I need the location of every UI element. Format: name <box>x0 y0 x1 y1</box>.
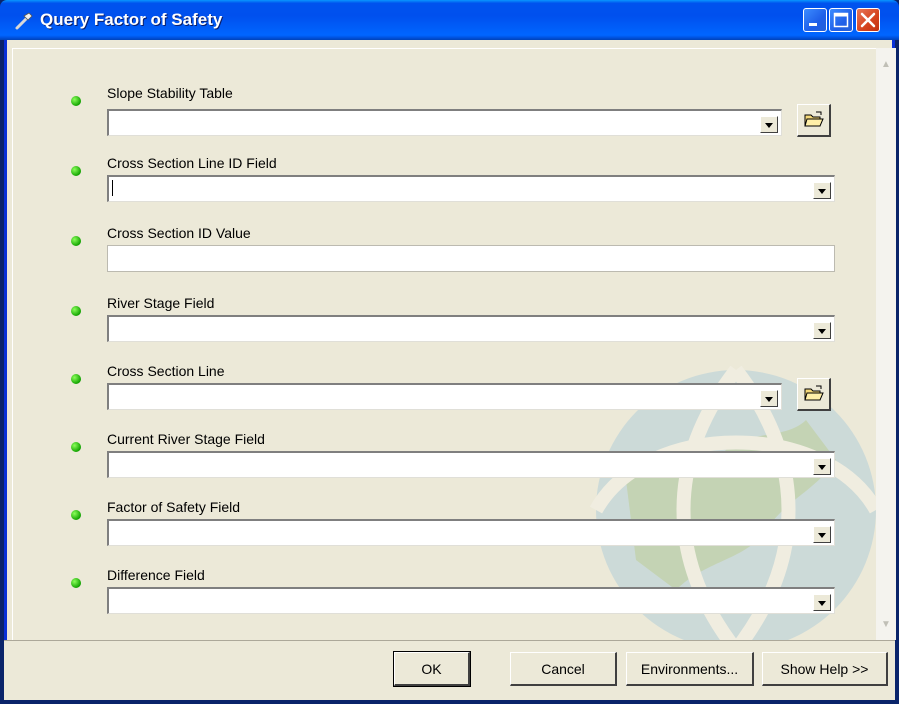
maximize-icon <box>833 12 849 28</box>
param-label: Current River Stage Field <box>107 431 265 447</box>
dropdown-button[interactable] <box>813 322 831 339</box>
close-button[interactable] <box>856 8 880 32</box>
minimize-icon <box>809 23 817 26</box>
difference-field-combobox[interactable] <box>107 587 835 614</box>
ok-button[interactable]: OK <box>393 651 471 687</box>
required-indicator-icon <box>71 236 81 246</box>
required-indicator-icon <box>71 306 81 316</box>
browse-button[interactable] <box>797 378 831 411</box>
vertical-scrollbar[interactable]: ▲ ▼ <box>876 48 896 640</box>
param-label: Slope Stability Table <box>107 85 233 101</box>
text-cursor <box>112 180 113 196</box>
hammer-icon <box>15 12 33 30</box>
dropdown-button[interactable] <box>813 594 831 611</box>
button-bar: OK Cancel Environments... Show Help >> <box>4 640 895 700</box>
required-indicator-icon <box>71 96 81 106</box>
close-icon <box>860 12 876 28</box>
param-label: Cross Section Line ID Field <box>107 155 277 171</box>
dropdown-button[interactable] <box>760 390 778 407</box>
slope-stability-table-combobox[interactable] <box>107 109 782 136</box>
environments-button[interactable]: Environments... <box>626 652 754 686</box>
dropdown-button[interactable] <box>813 458 831 475</box>
cross-section-line-id-field-combobox[interactable] <box>107 175 835 202</box>
dropdown-button[interactable] <box>760 116 778 133</box>
open-folder-icon <box>804 385 824 401</box>
browse-button[interactable] <box>797 104 831 137</box>
dropdown-button[interactable] <box>813 526 831 543</box>
param-label: Cross Section ID Value <box>107 225 251 241</box>
cross-section-line-combobox[interactable] <box>107 383 782 410</box>
scroll-down-icon[interactable]: ▼ <box>878 616 894 634</box>
required-indicator-icon <box>71 510 81 520</box>
param-label: Factor of Safety Field <box>107 499 241 515</box>
scroll-up-icon[interactable]: ▲ <box>878 56 894 74</box>
factor-of-safety-field-combobox[interactable] <box>107 519 835 546</box>
show-help-button[interactable]: Show Help >> <box>762 652 888 686</box>
open-folder-icon <box>804 111 824 127</box>
required-indicator-icon <box>71 442 81 452</box>
required-indicator-icon <box>71 374 81 384</box>
window-title: Query Factor of Safety <box>40 10 223 29</box>
river-stage-field-combobox[interactable] <box>107 315 835 342</box>
cross-section-id-value-input[interactable] <box>107 245 835 272</box>
dialog-window: Query Factor of Safety Slope Stability T… <box>0 0 899 704</box>
minimize-button[interactable] <box>803 8 827 32</box>
current-river-stage-field-combobox[interactable] <box>107 451 835 478</box>
dropdown-button[interactable] <box>813 182 831 199</box>
param-label: River Stage Field <box>107 295 215 311</box>
param-label: Difference Field <box>107 567 205 583</box>
title-bar[interactable]: Query Factor of Safety <box>0 0 899 40</box>
parameters-panel: Slope Stability Table Cross Section Line… <box>12 48 876 640</box>
required-indicator-icon <box>71 166 81 176</box>
param-label: Cross Section Line <box>107 363 225 379</box>
cancel-button[interactable]: Cancel <box>510 652 617 686</box>
maximize-button[interactable] <box>829 8 853 32</box>
required-indicator-icon <box>71 578 81 588</box>
